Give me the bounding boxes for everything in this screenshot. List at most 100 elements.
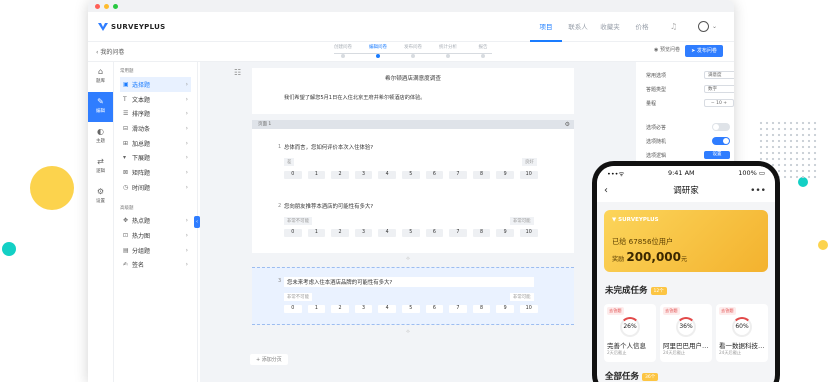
nav-tabs: 项目 联系人 收藏夹 价格 [530,12,658,42]
question-number: 2 [278,203,282,209]
task-card[interactable]: 去答题 60% 看一数据科技… 24天后截止 [716,304,768,362]
scale-option[interactable]: 9 [496,305,514,313]
qtype-group[interactable]: ▤ 分组题 › [120,243,191,258]
publish-button[interactable]: ➤ 发布问卷 [685,45,723,57]
survey-header-card[interactable]: 希尔顿酒店满意度调查 我们希望了解您5月1日在入住北京王府井希尔顿酒店的体验。 [252,68,574,114]
tab-contacts[interactable]: 联系人 [562,12,594,42]
scale-right-label[interactable]: 非常可能 [510,293,534,301]
back-arrow-icon[interactable]: ‹ [604,180,608,202]
question-card-selected[interactable]: ⟡ 3 您未来考虑入住本酒店品牌的可能性有多大? 非常不可能 非常可能 0 1 … [252,255,574,335]
scale-option[interactable]: 3 [354,305,373,313]
qtype-hotspot[interactable]: ✥ 热点题 › [120,214,191,229]
step-analyze[interactable]: 统计分析 [433,44,463,58]
tab-projects[interactable]: 项目 [530,12,562,42]
answer-tag: 去答题 [663,307,680,315]
scale-option[interactable]: 3 [354,229,373,237]
leftnav-settings[interactable]: ⚙ 设置 [88,182,113,212]
scale-option[interactable]: 7 [449,229,467,237]
scale-option[interactable]: 10 [519,305,538,313]
scale-option[interactable]: 0 [284,229,302,237]
scale-option[interactable]: 7 [449,171,467,179]
scale-option[interactable]: 8 [472,305,491,313]
answer-type-select[interactable]: 数字 [704,85,734,93]
scale-option[interactable]: 3 [354,171,373,179]
add-page-button[interactable]: + 添加分页 [250,354,288,365]
scale-option[interactable]: 9 [496,171,514,179]
qtype-text[interactable]: T 文本题 › [120,92,191,107]
qtype-choice[interactable]: ▣ 选择题 › [120,77,191,92]
scale-option[interactable]: 6 [425,305,444,313]
scale-option[interactable]: 5 [401,171,420,179]
bell-icon[interactable]: ♫ [670,22,677,31]
step-label: 编辑问卷 [369,45,387,50]
qtype-slider[interactable]: ⊟ 滑动条 › [120,121,191,136]
qtype-signature[interactable]: ✍ 签名 › [120,258,191,273]
qtype-time[interactable]: ◷ 时间题 › [120,180,191,195]
qtype-dropdown[interactable]: ▾ 下展题 › [120,150,191,165]
scale-option[interactable]: 2 [331,229,349,237]
back-to-surveys-link[interactable]: ‹ 我的问卷 [96,47,124,56]
scale-option[interactable]: 10 [519,171,538,179]
scale-left-label[interactable]: 非常不可能 [284,293,312,301]
required-toggle[interactable] [712,123,730,131]
drag-handle-icon[interactable]: ⟡ [406,255,410,263]
tab-pricing[interactable]: 价格 [626,12,658,42]
minimize-window-dot[interactable] [104,3,109,9]
question-text-input[interactable]: 您未来考虑入住本酒店品牌的可能性有多大? [284,277,534,287]
scale-option[interactable]: 8 [472,229,491,237]
step-publish[interactable]: 发布问卷 [398,44,428,58]
scale-option[interactable]: 6 [425,171,444,179]
question-card[interactable]: 2 您向朋友推荐本酒店的可能性有多大? 非常不可能 非常可能 0 1 2 3 4… [252,191,574,253]
step-create[interactable]: 创建问卷 [328,44,358,58]
avatar[interactable] [698,21,709,32]
close-window-dot[interactable] [95,3,100,9]
question-card[interactable]: 1 总体而言，您如何评价本次入住体验? 差 良好 0 1 2 3 4 5 6 7… [252,129,574,191]
scale-option[interactable]: 4 [378,171,396,179]
leftnav-library[interactable]: ⌂ 题库 [88,62,113,92]
reward-banner[interactable]: ▼ SURVEYPLUS 已给 67856位用户 奖励 200,000元 [604,210,768,272]
scale-option[interactable]: 9 [496,229,514,237]
qtype-sort[interactable]: ☰ 排序题 › [120,106,191,121]
preview-button[interactable]: ◉ 预览问卷 [654,46,680,53]
maximize-window-dot[interactable] [113,3,118,9]
plus-icon[interactable]: + [722,101,727,106]
drag-handle-icon[interactable]: ⟡ [406,328,410,336]
scale-option[interactable]: 7 [449,305,467,313]
task-card[interactable]: 去答题 26% 完善个人信息 2天后截止 [604,304,656,362]
scale-option[interactable]: 1 [307,305,326,313]
app-logo[interactable]: SURVEYPLUS [98,22,165,31]
scale-option[interactable]: 6 [425,229,444,237]
scale-option[interactable]: 1 [307,171,326,179]
prop-row: 选项必答 [646,120,730,134]
gear-icon[interactable]: ⚙ [565,120,570,129]
step-edit[interactable]: 编辑问卷 [363,44,393,58]
preset-select[interactable]: 满意度 [704,71,734,79]
step-report[interactable]: 报告 [468,44,498,58]
logic-settings-button[interactable]: 设置 [704,151,730,159]
qtype-heatmap[interactable]: ⊡ 热力图 › [120,228,191,243]
more-icon[interactable]: ••• [750,180,766,202]
random-toggle[interactable] [712,137,730,145]
qtype-matrix[interactable]: ⊠ 矩阵题 › [120,165,191,180]
scale-option[interactable]: 0 [284,171,302,179]
scale-option[interactable]: 2 [331,305,349,313]
range-stepper[interactable]: − 10 + [704,99,734,107]
scale-option[interactable]: 4 [378,305,396,313]
scale-option[interactable]: 2 [331,171,349,179]
scale-option[interactable]: 5 [401,229,420,237]
chevron-down-icon[interactable]: ⌄ [712,23,717,30]
leftnav-theme[interactable]: ◐ 主题 [88,122,113,152]
scale-option[interactable]: 4 [378,229,396,237]
qtype-sum[interactable]: ⊞ 加总题 › [120,136,191,151]
scale-option[interactable]: 0 [284,305,302,313]
filter-icon[interactable]: ☷ [234,68,241,77]
incomplete-tasks-heading: 未完成任务 12个 [605,284,667,296]
scale-option[interactable]: 5 [401,305,420,313]
leftnav-logic[interactable]: ⇄ 逻辑 [88,152,113,182]
scale-option[interactable]: 1 [307,229,326,237]
scale-option[interactable]: 10 [519,229,538,237]
task-card[interactable]: 去答题 36% 阿里巴巴用户… 24天后截止 [660,304,712,362]
tab-favorites[interactable]: 收藏夹 [594,12,626,42]
leftnav-edit[interactable]: ✎ 编辑 [88,92,113,122]
scale-option[interactable]: 8 [472,171,491,179]
